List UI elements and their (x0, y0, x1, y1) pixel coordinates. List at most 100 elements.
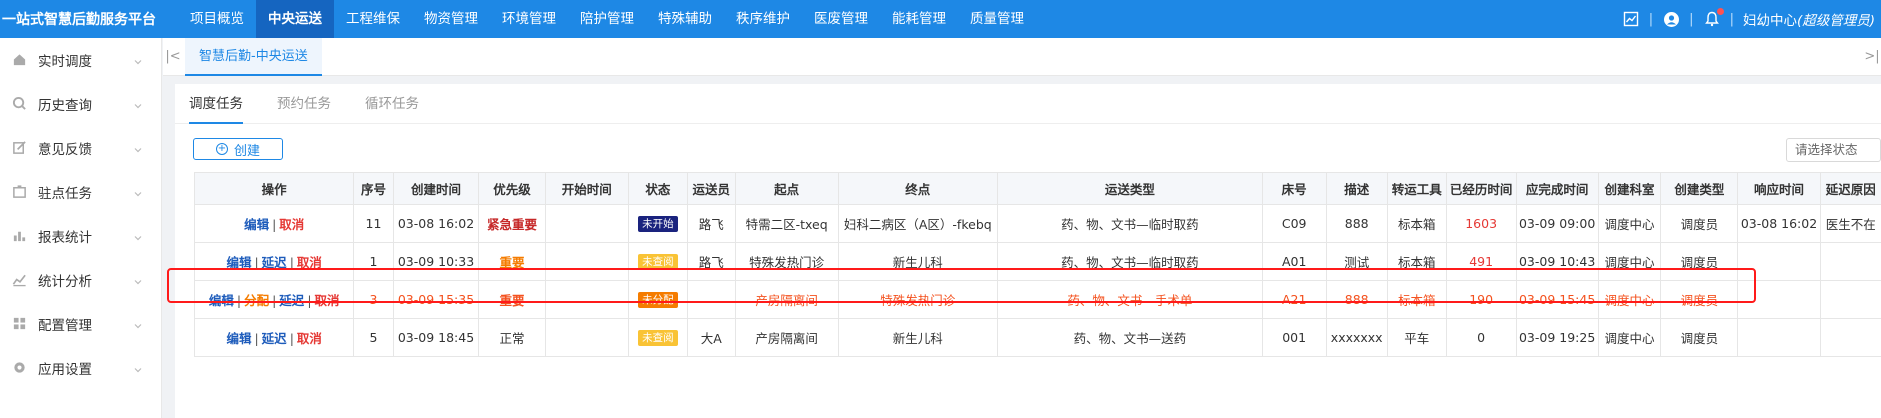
brand-title: 一站式智慧后勤服务平台 (2, 12, 156, 28)
divider: | (272, 293, 277, 308)
nav-item[interactable]: 能耗管理 (880, 0, 958, 38)
nav-item[interactable]: 医废管理 (802, 0, 880, 38)
cell-desc: 888 (1325, 204, 1388, 243)
nav-item[interactable]: 物资管理 (412, 0, 490, 38)
subtab[interactable]: 循环任务 (365, 84, 419, 124)
action-link[interactable]: 取消 (279, 217, 304, 232)
action-link[interactable]: 延迟 (262, 331, 287, 346)
cell-dept: 调度中心 (1597, 280, 1662, 319)
cell-delay (1819, 242, 1881, 281)
column-header: 运送类型 (996, 172, 1263, 205)
trend-chart-icon[interactable] (1622, 10, 1640, 28)
user-role: (超级管理员) (1796, 13, 1875, 29)
sidebar-item[interactable]: 统计分析 (0, 258, 161, 302)
nav-item[interactable]: 中央运送 (256, 0, 334, 38)
nav-item[interactable]: 环境管理 (490, 0, 568, 38)
action-link[interactable]: 编辑 (226, 331, 251, 346)
cell-priority: 重要 (478, 280, 546, 319)
cell-desc: xxxxxxx (1325, 318, 1388, 357)
sidebar-item[interactable]: 历史查询 (0, 82, 161, 126)
divider: | (272, 217, 277, 232)
cell-porter: 大A (686, 318, 736, 357)
user-avatar-icon[interactable] (1662, 10, 1680, 28)
cell-start (544, 280, 629, 319)
sidebar-item[interactable]: 驻点任务 (0, 170, 161, 214)
task-tabs: 调度任务 预约任务 循环任务 (175, 84, 1881, 124)
cell-dept: 调度中心 (1597, 204, 1662, 243)
divider: | (307, 293, 312, 308)
user-menu[interactable]: 妇幼中心(超级管理员) (1743, 9, 1875, 29)
action-link[interactable]: 分配 (244, 293, 269, 308)
sidebar-item-label: 实时调度 (38, 54, 92, 70)
table-row[interactable]: 编辑 | 延迟 | 取消 1 03-09 10:33 重要 未查阅 路飞 特殊发热门诊 新生儿科 药、物… (193, 242, 1881, 281)
bell-icon[interactable] (1703, 8, 1724, 28)
action-link[interactable]: 延迟 (262, 255, 287, 270)
cell-due: 03-09 15:45 (1515, 280, 1599, 319)
cell-from: 特殊发热门诊 (734, 242, 839, 281)
divider: | (289, 255, 294, 270)
sidebar-item[interactable]: 配置管理 (0, 302, 161, 346)
cell-ctype: 调度员 (1660, 318, 1739, 357)
cell-dept: 调度中心 (1597, 242, 1662, 281)
collapse-right-icon[interactable]: >| (1863, 49, 1881, 64)
column-header: 终点 (837, 172, 998, 205)
chevron-down-icon (133, 275, 143, 285)
collapse-left-icon[interactable]: |< (163, 49, 183, 64)
chevron-down-icon (133, 143, 143, 153)
table-row[interactable]: 编辑 | 分配 | 延迟 | 取消 3 03-09 15:35 重要 未分配 产房隔离间 特殊发热门诊药… (193, 280, 1881, 319)
cell-created: 03-09 18:45 (392, 318, 480, 357)
sidebar-item[interactable]: 意见反馈 (0, 126, 161, 170)
cell-bed: A21 (1261, 280, 1327, 319)
sidebar-item[interactable]: 实时调度 (0, 38, 161, 82)
create-button[interactable]: + 创建 (193, 138, 283, 160)
cell-tool: 平车 (1386, 318, 1447, 357)
column-header: 创建类型 (1660, 172, 1739, 205)
page-tab-strip: |< 智慧后勤-中央运送 >| (163, 37, 1881, 76)
cell-dept: 调度中心 (1597, 318, 1662, 357)
action-link[interactable]: 编辑 (226, 255, 251, 270)
sidebar-item-label: 意见反馈 (38, 142, 92, 158)
cell-resp (1737, 280, 1821, 319)
nav-item[interactable]: 秩序维护 (724, 0, 802, 38)
page-tab-central-transport[interactable]: 智慧后勤-中央运送 (185, 37, 322, 76)
table-row[interactable]: 编辑 | 取消 11 03-08 16:02 紧急重要 未开始 路飞 特需二区-txeq 妇科二病… (193, 204, 1881, 243)
analysis-icon (12, 272, 28, 288)
action-link[interactable]: 编辑 (209, 293, 234, 308)
action-link[interactable]: 取消 (315, 293, 340, 308)
cell-created: 03-08 16:02 (392, 204, 480, 243)
sidebar-item-label: 报表统计 (38, 230, 92, 246)
status-select[interactable]: 请选择状态 (1786, 138, 1881, 162)
column-header: 优先级 (478, 172, 546, 205)
sidebar-item[interactable]: 报表统计 (0, 214, 161, 258)
gear-icon (12, 360, 28, 376)
plus-icon: + (215, 143, 228, 155)
action-link[interactable]: 编辑 (244, 217, 269, 232)
sidebar-item[interactable]: 应用设置 (0, 346, 161, 390)
divider: | (254, 255, 259, 270)
cell-desc: 888 (1325, 280, 1388, 319)
action-link[interactable]: 取消 (297, 255, 322, 270)
subtab[interactable]: 预约任务 (277, 84, 331, 124)
grid-icon (12, 316, 28, 332)
nav-item[interactable]: 项目概览 (178, 0, 256, 38)
action-link[interactable]: 取消 (297, 331, 322, 346)
main-nav: 项目概览 中央运送 工程维保 物资管理 环境管理 陪护管理 特殊辅助 秩序维护 医废管理 能耗管理… (178, 0, 1036, 38)
cell-no: 5 (353, 318, 394, 357)
chevron-down-icon (133, 99, 143, 109)
action-link[interactable]: 延迟 (279, 293, 304, 308)
column-header: 序号 (353, 172, 394, 205)
nav-item[interactable]: 工程维保 (334, 0, 412, 38)
cell-resp (1737, 318, 1821, 357)
sidebar-item-label: 配置管理 (38, 318, 92, 334)
station-icon (12, 184, 28, 200)
chevron-down-icon (133, 363, 143, 373)
nav-item[interactable]: 特殊辅助 (646, 0, 724, 38)
cell-tool: 标本箱 (1386, 280, 1447, 319)
cell-start (544, 204, 629, 243)
nav-item[interactable]: 陪护管理 (568, 0, 646, 38)
chevron-down-icon (133, 187, 143, 197)
subtab[interactable]: 调度任务 (189, 84, 243, 124)
table-row[interactable]: 编辑 | 延迟 | 取消 5 03-09 18:45 正常 未查阅 大A 产房隔离间 新生儿科 药、物、… (193, 318, 1881, 357)
nav-item[interactable]: 质量管理 (958, 0, 1036, 38)
cell-delay: 医生不在 (1819, 204, 1881, 243)
